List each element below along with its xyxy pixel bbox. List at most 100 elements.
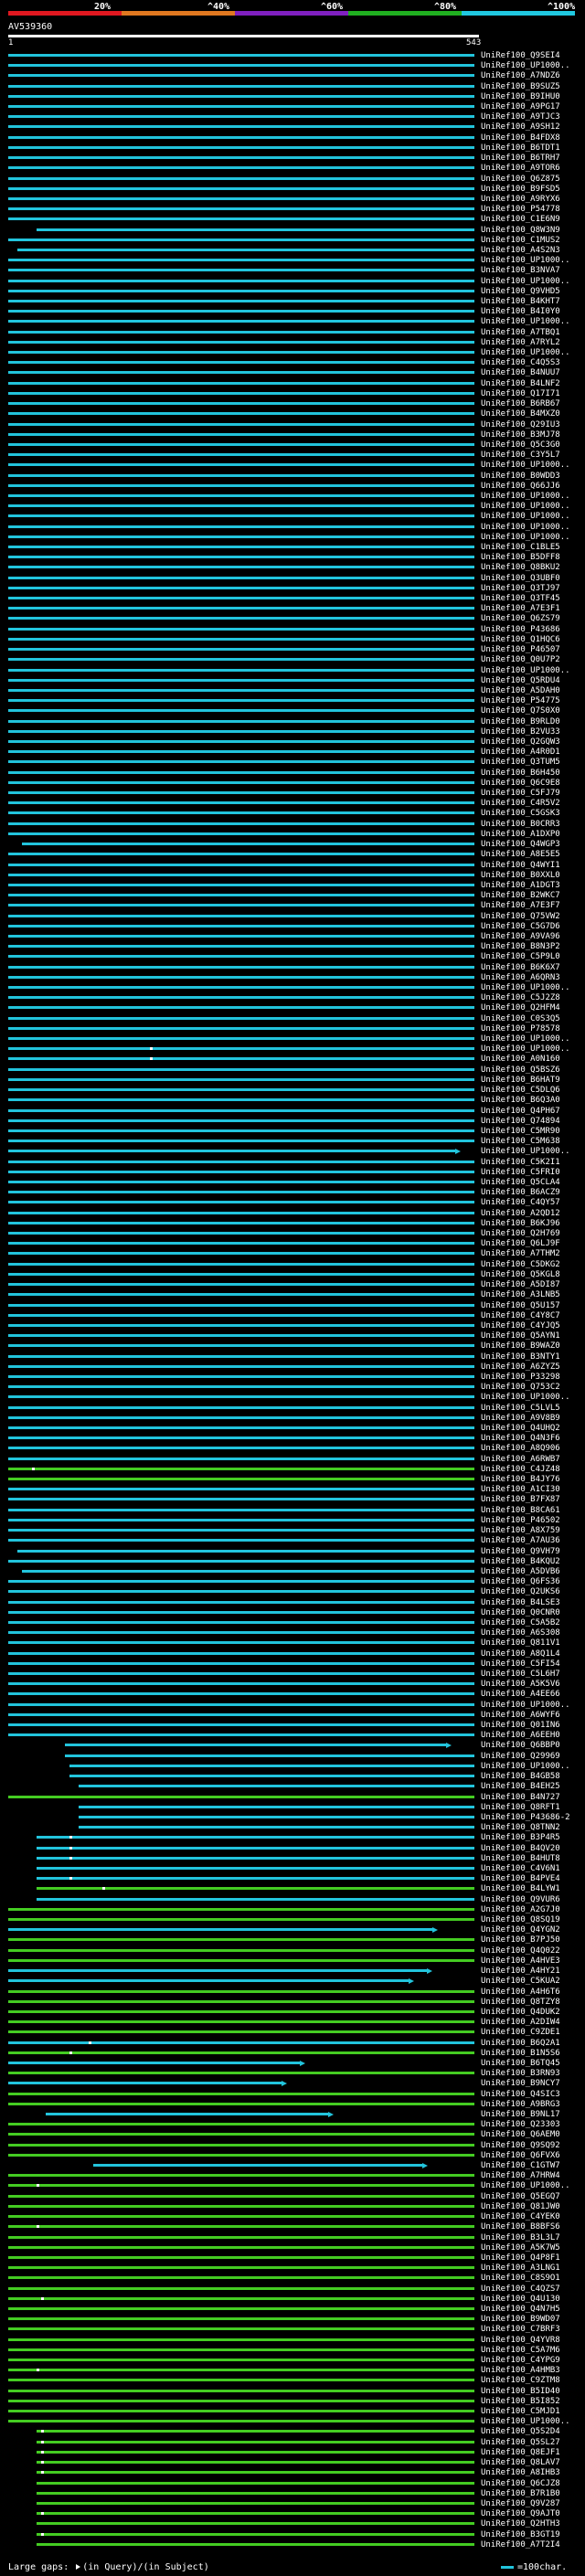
hit-label[interactable]: UniRef100_B9RLD0 — [481, 717, 560, 726]
hit-bar[interactable] — [8, 1037, 474, 1040]
hit-label[interactable]: UniRef100_B9NL17 — [481, 2110, 560, 2119]
hit-label[interactable]: UniRef100_Q6FVX6 — [481, 2151, 560, 2160]
hit-label[interactable]: UniRef100_A4H6T6 — [481, 1988, 560, 1997]
hit-bar[interactable] — [8, 412, 474, 415]
hit-bar[interactable] — [8, 1796, 474, 1798]
hit-label[interactable]: UniRef100_B1N5S6 — [481, 2049, 560, 2058]
hit-bar[interactable] — [8, 1171, 474, 1173]
hit-label[interactable]: UniRef100_C5KUA2 — [481, 1977, 560, 1986]
hit-label[interactable]: UniRef100_A4S2N3 — [481, 246, 560, 255]
hit-label[interactable]: UniRef100_Q8LAV7 — [481, 2458, 560, 2467]
hit-label[interactable]: UniRef100_Q3UBF0 — [481, 574, 560, 583]
hit-label[interactable]: UniRef100_A9PG17 — [481, 102, 560, 111]
hit-bar[interactable] — [8, 935, 474, 938]
hit-bar[interactable] — [8, 1293, 474, 1296]
hit-label[interactable]: UniRef100_UP1000.. — [481, 1762, 570, 1771]
hit-bar[interactable] — [8, 1969, 428, 1972]
hit-label[interactable]: UniRef100_Q5BSZ6 — [481, 1065, 560, 1075]
hit-bar[interactable] — [8, 1692, 474, 1695]
hit-bar[interactable] — [36, 2471, 474, 2474]
hit-bar[interactable] — [8, 2307, 474, 2310]
hit-label[interactable]: UniRef100_Q6LJ9F — [481, 1239, 560, 1248]
hit-label[interactable]: UniRef100_UP1000.. — [481, 1393, 570, 1402]
hit-bar[interactable] — [8, 1263, 474, 1266]
hit-bar[interactable] — [8, 884, 474, 886]
hit-bar[interactable] — [8, 648, 474, 651]
hit-label[interactable]: UniRef100_Q23303 — [481, 2120, 560, 2129]
hit-bar[interactable] — [8, 709, 474, 712]
hit-label[interactable]: UniRef100_A9TOR6 — [481, 164, 560, 173]
hit-bar[interactable] — [8, 1990, 474, 1993]
hit-label[interactable]: UniRef100_Q9V287 — [481, 2499, 560, 2508]
hit-bar[interactable] — [8, 2276, 474, 2279]
hit-bar[interactable] — [8, 556, 474, 558]
hit-bar[interactable] — [8, 2144, 474, 2147]
hit-label[interactable]: UniRef100_C5FRI0 — [481, 1168, 560, 1177]
hit-bar[interactable] — [8, 2317, 474, 2320]
hit-bar[interactable] — [8, 105, 474, 108]
hit-bar[interactable] — [8, 2051, 474, 2054]
hit-label[interactable]: UniRef100_C5MJD1 — [481, 2407, 560, 2416]
hit-bar[interactable] — [8, 607, 474, 610]
hit-bar[interactable] — [8, 925, 474, 928]
hit-label[interactable]: UniRef100_UP1000.. — [481, 256, 570, 265]
hit-bar[interactable] — [8, 280, 474, 282]
hit-label[interactable]: UniRef100_B6Q2A1 — [481, 2039, 560, 2048]
hit-bar[interactable] — [8, 864, 474, 866]
hit-bar[interactable] — [8, 2195, 474, 2198]
hit-bar[interactable] — [8, 453, 474, 456]
hit-label[interactable]: UniRef100_P46507 — [481, 645, 560, 654]
hit-label[interactable]: UniRef100_A2G7J0 — [481, 1905, 560, 1914]
hit-label[interactable]: UniRef100_Q4P8F1 — [481, 2253, 560, 2263]
hit-label[interactable]: UniRef100_A5K7W5 — [481, 2243, 560, 2253]
hit-label[interactable]: UniRef100_C4Y8C7 — [481, 1311, 560, 1320]
hit-label[interactable]: UniRef100_Q75VW2 — [481, 912, 560, 921]
hit-label[interactable]: UniRef100_Q4SIC3 — [481, 2090, 560, 2099]
hit-label[interactable]: UniRef100_C9ZDE1 — [481, 2028, 560, 2037]
hit-bar[interactable] — [8, 832, 474, 835]
hit-label[interactable]: UniRef100_A0N160 — [481, 1055, 560, 1064]
hit-bar[interactable] — [8, 1078, 474, 1081]
hit-bar[interactable] — [8, 1908, 474, 1911]
hit-label[interactable]: UniRef100_C1BLE5 — [481, 543, 560, 552]
hit-bar[interactable] — [8, 2000, 474, 2003]
hit-label[interactable]: UniRef100_Q2HFM4 — [481, 1003, 560, 1012]
hit-label[interactable]: UniRef100_B6KJ96 — [481, 1219, 560, 1228]
hit-bar[interactable] — [36, 1898, 474, 1901]
hit-bar[interactable] — [36, 1836, 474, 1839]
hit-bar[interactable] — [8, 146, 474, 149]
hit-label[interactable]: UniRef100_Q5C3G0 — [481, 440, 560, 450]
hit-bar[interactable] — [8, 2348, 474, 2351]
hit-bar[interactable] — [8, 433, 474, 436]
hit-label[interactable]: UniRef100_A9VA96 — [481, 932, 560, 941]
hit-bar[interactable] — [8, 64, 474, 67]
hit-bar[interactable] — [8, 1539, 474, 1542]
hit-label[interactable]: UniRef100_A7T2I4 — [481, 2540, 560, 2549]
hit-label[interactable]: UniRef100_UP1000.. — [481, 461, 570, 470]
hit-label[interactable]: UniRef100_Q6AEM0 — [481, 2130, 560, 2139]
hit-label[interactable]: UniRef100_Q6ZS79 — [481, 614, 560, 623]
hit-bar[interactable] — [36, 2482, 474, 2485]
hit-label[interactable]: UniRef100_C5M638 — [481, 1137, 560, 1146]
hit-bar[interactable] — [36, 228, 474, 231]
hit-bar[interactable] — [8, 874, 474, 876]
hit-bar[interactable] — [8, 1590, 474, 1593]
hit-bar[interactable] — [8, 986, 474, 989]
hit-label[interactable]: UniRef100_Q5KGL8 — [481, 1270, 560, 1279]
hit-label[interactable]: UniRef100_A1DXP0 — [481, 830, 560, 839]
hit-label[interactable]: UniRef100_Q4YGN2 — [481, 1925, 560, 1935]
hit-label[interactable]: UniRef100_UP1000.. — [481, 348, 570, 357]
hit-label[interactable]: UniRef100_B4FDX8 — [481, 133, 560, 143]
hit-label[interactable]: UniRef100_UP1000.. — [481, 317, 570, 326]
hit-label[interactable]: UniRef100_A4HMB3 — [481, 2366, 560, 2375]
hit-bar[interactable] — [8, 1498, 474, 1500]
hit-label[interactable]: UniRef100_C5G7D6 — [481, 922, 560, 931]
hit-bar[interactable] — [8, 341, 474, 344]
hit-label[interactable]: UniRef100_A9BRG3 — [481, 2100, 560, 2109]
hit-bar[interactable] — [8, 2338, 474, 2341]
hit-bar[interactable] — [36, 2543, 474, 2546]
hit-label[interactable]: UniRef100_A8X759 — [481, 1526, 560, 1535]
hit-label[interactable]: UniRef100_Q9VHD5 — [481, 287, 560, 296]
hit-bar[interactable] — [8, 382, 474, 385]
hit-bar[interactable] — [8, 2410, 474, 2412]
